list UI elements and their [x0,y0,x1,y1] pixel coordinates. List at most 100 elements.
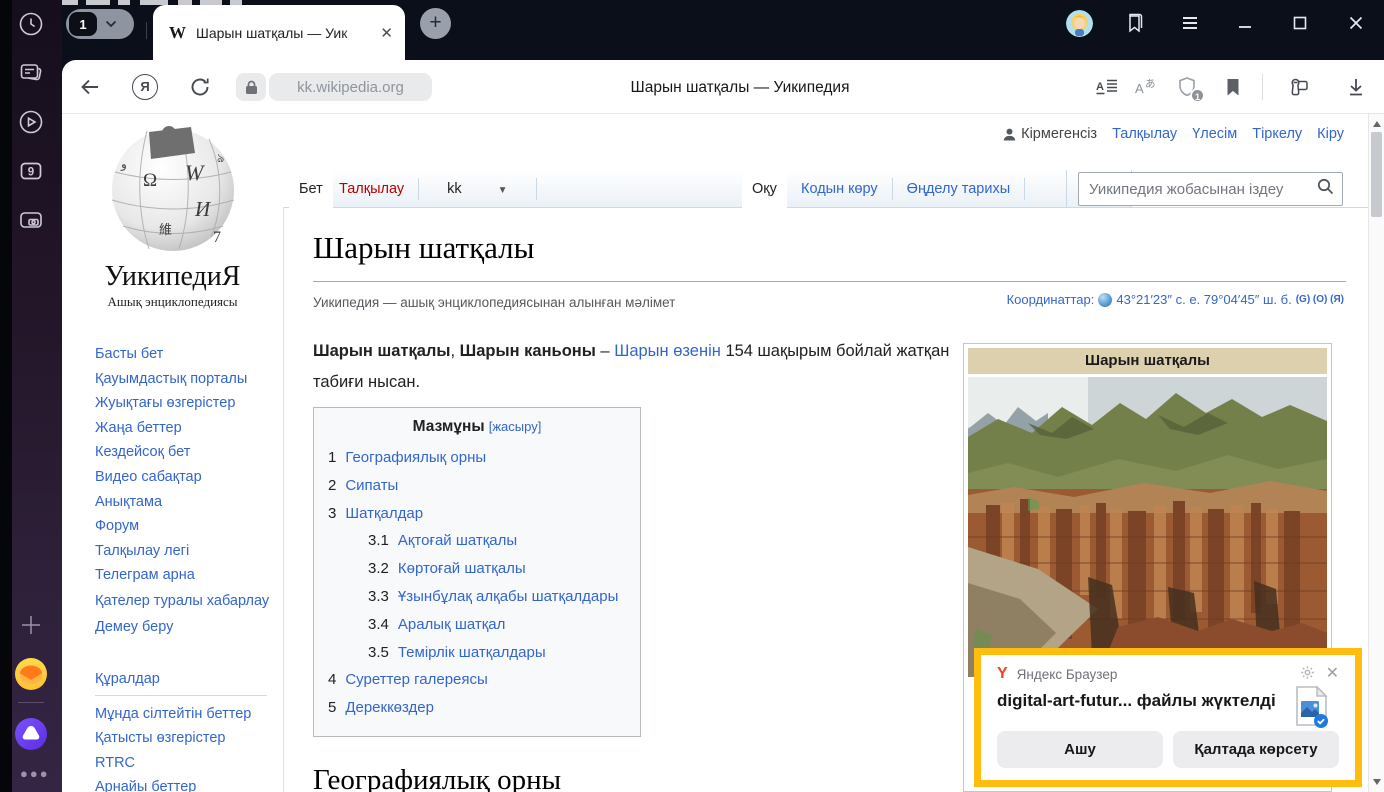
svg-text:W: W [185,160,205,185]
nav-link[interactable]: Талқылау легі [95,539,273,564]
nav-link[interactable]: Жаңа беттер [95,416,273,441]
toc-item[interactable]: 3.1Ақтоғай шатқалы [368,527,626,555]
toc-item[interactable]: 5Дереккөздер [328,694,626,722]
history-icon[interactable] [18,11,44,37]
tab-history[interactable]: Өңделу тарихы [893,181,1024,197]
search-input[interactable] [1087,180,1317,199]
userbar-link-login[interactable]: Кіру [1317,126,1344,142]
new-tab-button[interactable]: + [420,8,451,39]
tab-page[interactable]: Бет [289,170,333,208]
maximize-icon[interactable] [1288,11,1312,35]
nav-link[interactable]: Форум [95,514,273,539]
tab-number-9-icon[interactable]: 9 [18,158,44,184]
userbar-link-talk[interactable]: Талқылау [1112,126,1177,142]
toc-item[interactable]: 3.4Аралық шатқал [368,611,626,639]
rail-divider [18,702,44,703]
toc-item[interactable]: 2Сипаты [328,472,626,500]
nav-link[interactable]: Жуықтағы өзгерістер [95,391,273,416]
background-artifact [118,0,130,5]
coordinates: Координаттар: 43°21′23″ с. е. 79°04′45″ … [1007,292,1344,307]
tools-link[interactable]: Қатысты өзгерістер [95,726,273,751]
avatar[interactable] [1066,10,1093,37]
collections-icon[interactable] [1122,11,1146,35]
scroll-up-icon[interactable] [1373,121,1381,127]
minimize-icon[interactable] [1233,11,1257,35]
nav-link[interactable]: Басты бет [95,342,273,367]
yandex-logo-icon: Y [997,665,1008,683]
shield-badge: 1 [1190,88,1205,103]
video-icon[interactable] [18,109,44,135]
tools-link[interactable]: RTRC [95,751,273,776]
show-in-folder-button[interactable]: Қалтада көрсету [1173,731,1339,768]
reader-mode-icon[interactable]: A [1095,75,1119,99]
userbar-link-register[interactable]: Тіркелу [1252,126,1302,142]
back-icon[interactable] [78,75,102,99]
toolbar-divider [62,113,1384,114]
coordinates-value[interactable]: 43°21′23″ с. е. 79°04′45″ ш. б. [1116,292,1291,307]
url-field[interactable]: kk.wikipedia.org [269,73,432,101]
menu-icon[interactable] [1178,11,1202,35]
screenshot-icon[interactable] [18,207,44,233]
bookmark-icon[interactable] [1221,75,1245,99]
nav-link[interactable]: Қауымдастық порталы [95,367,273,392]
nav-link[interactable]: Телеграм арна [95,563,273,588]
more-icon[interactable]: ●●● [20,766,50,781]
intro-bold: Шарын каньоны [460,342,596,360]
close-icon[interactable] [1344,11,1368,35]
alice-icon[interactable] [14,717,48,751]
yandex-mail-icon[interactable] [14,657,48,691]
downloads-icon[interactable] [1344,75,1368,99]
language-dropdown[interactable]: kk ▼ [419,181,535,197]
tools-link[interactable]: Арнайы беттер [95,775,273,792]
toc-item[interactable]: 4Суреттер галереясы [328,666,626,694]
toc-item[interactable]: 3.5Темірлік шатқалдары [368,639,626,667]
wiki-nav: Басты бет Қауымдастық порталы Жуықтағы ө… [95,342,273,640]
nav-link[interactable]: Кездейсоқ бет [95,440,273,465]
sidebar-rail: 9 ●●● [0,0,62,792]
canyon-photo[interactable] [968,377,1327,677]
tab-talk[interactable]: Талқылау [325,181,418,197]
tab-read[interactable]: Оқу [742,170,787,208]
active-tab[interactable]: W Шарын шатқалы — Уик ✕ [153,5,405,60]
toc-item[interactable]: 3.2Көртоғай шатқалы [368,555,626,583]
toc-item[interactable]: 3.3Ұзынбұлақ алқабы шатқалдары [368,583,626,611]
toc-hide-toggle[interactable]: [жасыру] [489,419,542,434]
userbar-link-contribs[interactable]: Үлесім [1192,126,1237,142]
scrollbar-thumb[interactable] [1371,132,1382,217]
wikipedia-wordmark: УикипедиЯ [62,261,283,293]
wikipedia-logo[interactable]: W Ω И 7 維 و ঌ УикипедиЯ Ашық энциклопеди… [62,124,283,310]
wikipedia-favicon: W [169,23,186,43]
sidebar-border [283,207,284,792]
notification-close-icon[interactable]: ✕ [1326,663,1339,683]
scroll-down-icon[interactable] [1373,779,1381,785]
nav-link[interactable]: Демеу беру [95,615,273,640]
tab-close-icon[interactable]: ✕ [380,24,393,42]
translate-icon[interactable]: Aあ [1135,75,1159,99]
site-subtitle: Уикипедия — ашық энциклопедиясынан алынғ… [313,295,675,310]
extensions-icon[interactable] [1286,75,1310,99]
notification-settings-icon[interactable] [1300,665,1315,683]
tab-group-pill[interactable]: 1 [66,9,134,39]
nav-link[interactable]: Қателер туралы хабарлау [95,591,273,612]
download-notification: Y Яндекс Браузер ✕ digital-art-futur... … [974,648,1362,787]
nav-link[interactable]: Анықтама [95,490,273,515]
nav-link[interactable]: Видео сабақтар [95,465,273,490]
browser-window: 9 ●●● 1 W Шарын шатқалы — Уик ✕ + [0,0,1384,792]
background-artifact [86,0,110,5]
tools-link[interactable]: Мұнда сілтейтін беттер [95,702,273,727]
page-scrollbar[interactable] [1368,114,1384,792]
notes-icon[interactable] [18,60,44,86]
adblock-shield-icon[interactable]: 1 [1175,75,1199,99]
river-link[interactable]: Шарын өзенін [614,342,721,360]
search-icon[interactable] [1317,178,1334,200]
coordinates-services[interactable]: (G) (O) (Я) [1296,294,1344,305]
open-file-button[interactable]: Ашу [997,731,1163,768]
tab-view-source[interactable]: Кодын көру [787,181,892,197]
coordinates-label[interactable]: Координаттар: [1007,292,1095,307]
toc-item[interactable]: 3Шатқалдар [328,500,626,528]
reload-icon[interactable] [188,75,212,99]
toc-item[interactable]: 1Географиялық орны [328,444,626,472]
add-icon[interactable] [18,612,44,638]
yandex-search-icon[interactable]: Я [132,74,158,100]
lock-icon[interactable] [236,73,266,101]
